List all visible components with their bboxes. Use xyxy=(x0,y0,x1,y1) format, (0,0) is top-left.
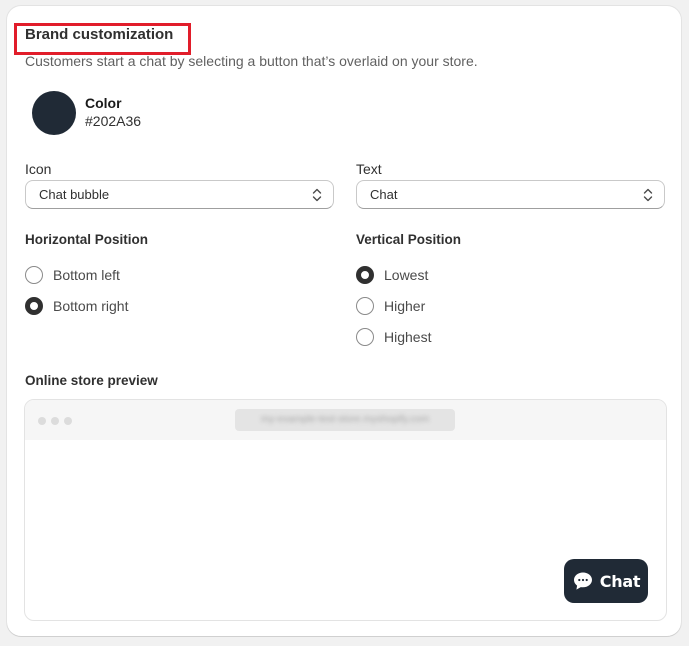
chat-button-label: Chat xyxy=(599,571,641,591)
icon-select-label: Icon xyxy=(25,161,52,177)
horizontal-position-label: Horizontal Position xyxy=(25,232,148,247)
radio-label: Highest xyxy=(384,329,432,345)
radio-circle[interactable] xyxy=(25,266,43,284)
url-bar: my-example-test-store.myshopify.com xyxy=(235,409,455,431)
radio-circle[interactable] xyxy=(356,328,374,346)
color-hex-value: #202A36 xyxy=(85,113,142,129)
color-label: Color xyxy=(85,95,122,111)
radio-higher[interactable]: Higher xyxy=(356,296,425,316)
radio-label: Lowest xyxy=(384,267,429,283)
radio-circle[interactable] xyxy=(25,297,43,315)
select-chevron-icon xyxy=(312,188,322,202)
text-select[interactable]: Chat xyxy=(356,180,665,209)
radio-bottom-right[interactable]: Bottom right xyxy=(25,296,128,316)
section-description: Customers start a chat by selecting a bu… xyxy=(25,53,478,69)
color-swatch[interactable] xyxy=(32,91,76,135)
icon-select-value: Chat bubble xyxy=(39,187,110,202)
blurred-url: my-example-test-store.myshopify.com xyxy=(261,414,430,425)
radio-circle[interactable] xyxy=(356,266,374,284)
radio-bottom-left[interactable]: Bottom left xyxy=(25,265,120,285)
vertical-position-label: Vertical Position xyxy=(356,232,462,247)
brand-customization-card: Brand customization Customers start a ch… xyxy=(7,6,681,636)
chat-bubble-icon xyxy=(573,572,592,590)
icon-select[interactable]: Chat bubble xyxy=(25,180,334,209)
window-dot-icon xyxy=(64,417,72,425)
window-dot-icon xyxy=(51,417,59,425)
chat-launcher-button[interactable]: Chat xyxy=(564,559,648,603)
section-title: Brand customization xyxy=(25,26,174,43)
radio-highest[interactable]: Highest xyxy=(356,327,431,347)
browser-toolbar: my-example-test-store.myshopify.com xyxy=(25,400,666,440)
window-dot-icon xyxy=(38,417,46,425)
text-select-label: Text xyxy=(356,161,382,177)
radio-circle[interactable] xyxy=(356,297,374,315)
radio-label: Bottom left xyxy=(53,267,120,283)
text-select-value: Chat xyxy=(370,187,398,202)
radio-label: Bottom right xyxy=(53,298,129,314)
online-store-preview-label: Online store preview xyxy=(25,373,158,388)
radio-label: Higher xyxy=(384,298,426,314)
online-store-preview: my-example-test-store.myshopify.com Chat xyxy=(24,399,667,621)
radio-lowest[interactable]: Lowest xyxy=(356,265,428,285)
select-chevron-icon xyxy=(643,188,653,202)
